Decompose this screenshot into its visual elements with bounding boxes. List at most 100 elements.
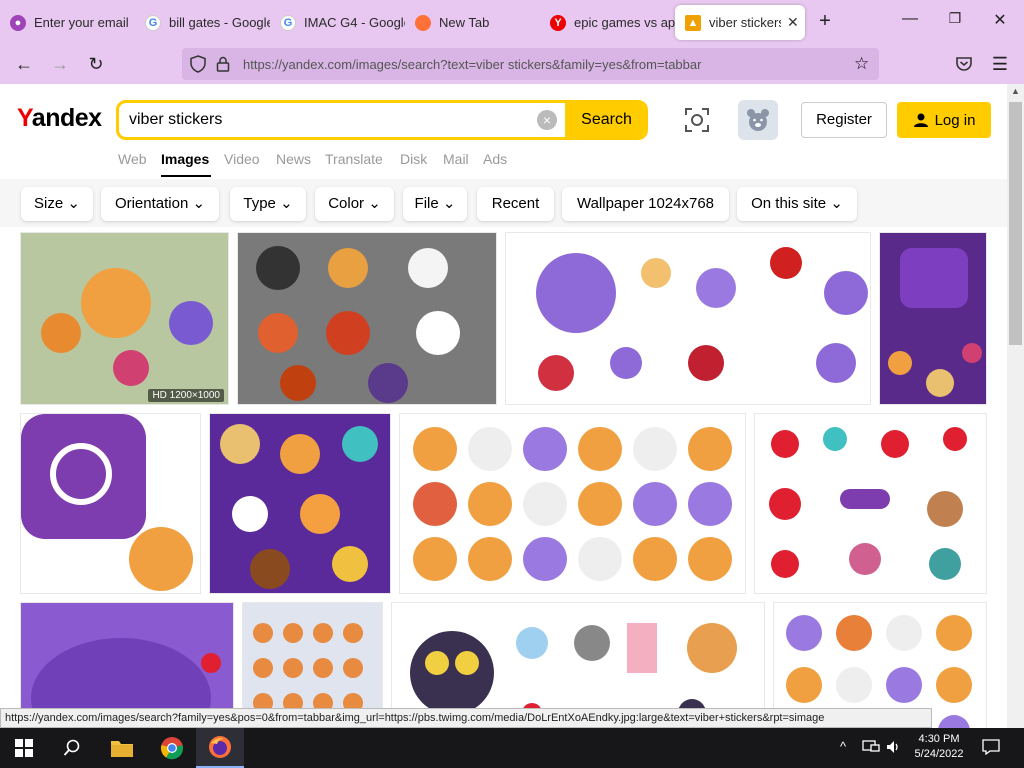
filter-bar: Size ⌄ Orientation ⌄ Type ⌄ Color ⌄ File… <box>0 179 1007 227</box>
filter-wallpaper[interactable]: Wallpaper 1024x768 <box>562 187 729 221</box>
tab-new-tab[interactable]: New Tab <box>405 5 540 40</box>
firefox-icon <box>209 736 231 758</box>
sticker-image <box>21 414 200 593</box>
new-tab-button[interactable]: + <box>815 10 835 33</box>
system-clock[interactable]: 4:30 PM 5/24/2022 <box>906 732 972 762</box>
page-scrollbar[interactable]: ▲ <box>1007 84 1024 728</box>
chrome-button[interactable] <box>148 728 196 768</box>
notification-icon[interactable] <box>982 739 1000 760</box>
sticker-image <box>880 233 986 404</box>
tab-viber-stickers[interactable]: ▲ viber stickers: 2 ✕ <box>675 5 805 40</box>
volume-icon[interactable] <box>885 739 901 760</box>
result-thumbnail[interactable] <box>399 413 746 594</box>
chevron-down-icon: ⌄ <box>280 195 293 212</box>
filter-file[interactable]: File ⌄ <box>403 187 467 221</box>
service-images[interactable]: Images <box>161 151 209 167</box>
yandex-icon: Y <box>550 14 566 31</box>
tab-label: epic games vs ap <box>574 15 675 30</box>
logo-rest: andex <box>31 104 102 132</box>
camera-lens-icon <box>685 108 709 132</box>
tab-strip: ● Enter your email G bill gates - Google… <box>0 0 1024 44</box>
service-video[interactable]: Video <box>224 151 260 167</box>
close-window-button[interactable]: ✕ <box>990 10 1010 30</box>
search-taskbar-button[interactable] <box>48 728 96 768</box>
network-icon[interactable] <box>862 739 880 760</box>
sticker-image <box>400 414 745 593</box>
result-thumbnail[interactable] <box>754 413 987 594</box>
google-icon: G <box>145 14 161 31</box>
tab-close-icon[interactable]: ✕ <box>787 14 799 31</box>
tab-label: Enter your email <box>34 15 129 30</box>
firefox-icon <box>415 14 431 31</box>
firefox-taskbar-button[interactable] <box>196 728 244 768</box>
filter-on-this-site[interactable]: On this site ⌄ <box>737 187 857 221</box>
navigation-toolbar: ← → ↻ https://yandex.com/images/search?t… <box>0 44 1024 84</box>
result-thumbnail[interactable] <box>209 413 391 594</box>
link-status-bar: https://yandex.com/images/search?family=… <box>0 708 932 728</box>
active-service-underline <box>161 175 211 177</box>
scroll-up-icon[interactable]: ▲ <box>1011 86 1020 96</box>
chevron-down-icon: ⌄ <box>192 195 206 212</box>
tab-bill-gates[interactable]: G bill gates - Google <box>135 5 270 40</box>
login-button[interactable]: Log in <box>897 102 991 138</box>
filter-label: Size <box>34 195 64 212</box>
service-web[interactable]: Web <box>118 151 147 167</box>
filter-label: Color <box>328 195 365 212</box>
menu-button[interactable]: ☰ <box>988 52 1012 76</box>
filter-recent[interactable]: Recent <box>477 187 554 221</box>
arrow-right-icon: → <box>51 53 69 74</box>
hamburger-icon: ☰ <box>991 53 1009 74</box>
result-thumbnail[interactable]: HD 1200×1000 <box>20 232 229 405</box>
chevron-up-icon[interactable]: ^ <box>840 739 846 754</box>
file-explorer-button[interactable] <box>98 728 146 768</box>
service-news[interactable]: News <box>276 151 311 167</box>
service-ads[interactable]: Ads <box>483 151 507 167</box>
google-icon: G <box>280 14 296 31</box>
forward-button[interactable]: → <box>48 52 72 76</box>
service-disk[interactable]: Disk <box>400 151 427 167</box>
shield-icon[interactable] <box>190 55 206 78</box>
search-icon <box>63 739 80 756</box>
register-button[interactable]: Register <box>801 102 887 138</box>
filter-color[interactable]: Color ⌄ <box>315 187 394 221</box>
filter-type[interactable]: Type ⌄ <box>230 187 306 221</box>
filter-orientation[interactable]: Orientation ⌄ <box>101 187 219 221</box>
tab-enter-email[interactable]: ● Enter your email <box>0 5 135 40</box>
chevron-down-icon: ⌄ <box>368 195 381 212</box>
sticker-image <box>238 233 496 404</box>
result-thumbnail[interactable] <box>505 232 871 405</box>
image-search-button[interactable] <box>683 106 711 134</box>
yandex-images-page: Yandex viber stickers × Search Register … <box>0 84 1007 728</box>
tab-imac-g4[interactable]: G IMAC G4 - Google <box>270 5 405 40</box>
yandex-logo[interactable]: Yandex <box>17 104 102 133</box>
result-thumbnail[interactable] <box>879 232 987 405</box>
start-button[interactable] <box>0 728 48 768</box>
address-bar[interactable]: https://yandex.com/images/search?text=vi… <box>182 48 879 80</box>
filter-size[interactable]: Size ⌄ <box>21 187 93 221</box>
result-thumbnail[interactable] <box>237 232 497 405</box>
reload-icon: ↻ <box>88 53 104 74</box>
filter-label: Type <box>243 195 276 212</box>
clear-search-button[interactable]: × <box>537 110 557 130</box>
lock-icon[interactable] <box>216 56 230 77</box>
search-input[interactable]: viber stickers <box>129 111 222 129</box>
service-mail[interactable]: Mail <box>443 151 469 167</box>
image-icon: ▲ <box>685 14 701 31</box>
maximize-button[interactable]: ❐ <box>945 10 965 27</box>
reload-button[interactable]: ↻ <box>84 52 108 76</box>
chevron-down-icon: ⌄ <box>67 195 80 212</box>
filter-label: On this site <box>751 195 827 212</box>
arrow-left-icon: ← <box>15 53 33 74</box>
tab-epic-games[interactable]: Y epic games vs ap <box>540 5 675 40</box>
child-mode-button[interactable] <box>738 100 778 140</box>
minimize-button[interactable]: — <box>900 10 920 28</box>
scrollbar-thumb[interactable] <box>1009 102 1022 345</box>
back-button[interactable]: ← <box>12 52 36 76</box>
bookmark-star-icon[interactable]: ☆ <box>854 54 869 74</box>
search-button[interactable]: Search <box>565 103 645 137</box>
chevron-down-icon: ⌄ <box>442 195 456 212</box>
result-thumbnail[interactable] <box>20 413 201 594</box>
clock-time: 4:30 PM <box>918 733 960 745</box>
pocket-button[interactable] <box>952 52 976 76</box>
service-translate[interactable]: Translate <box>325 151 383 167</box>
